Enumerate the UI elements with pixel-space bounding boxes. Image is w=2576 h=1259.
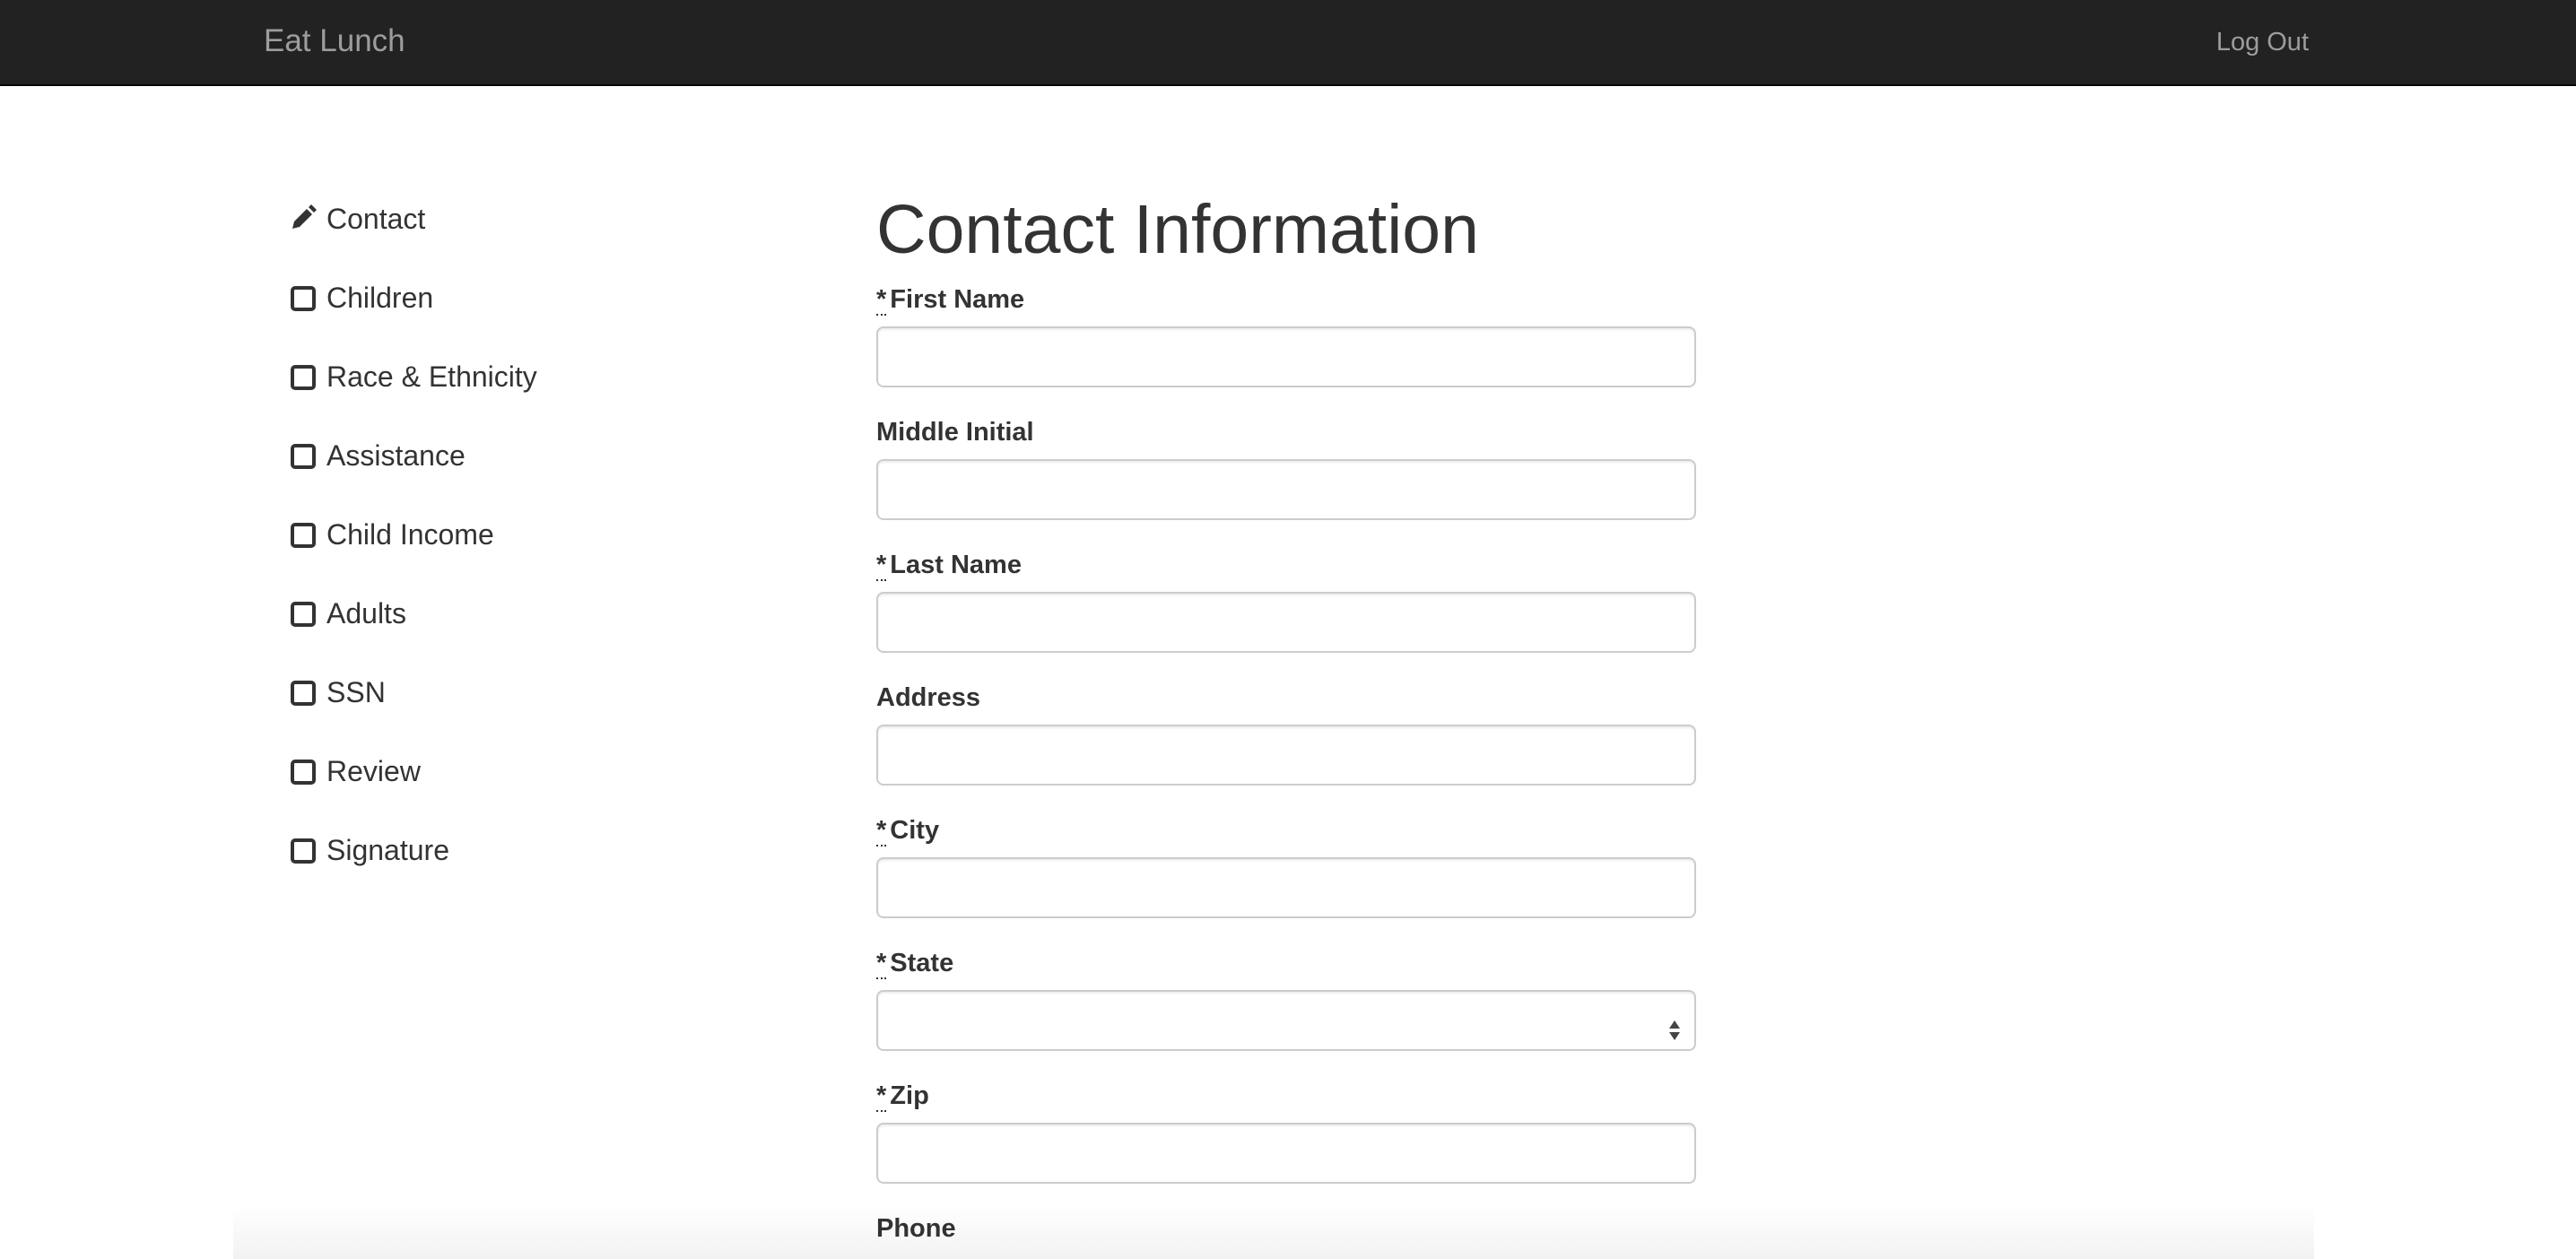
select-arrows-icon [1669,1020,1682,1042]
sidebar-item-signature[interactable]: Signature [289,823,449,877]
sidebar-item-label: Signature [326,833,449,866]
zip-label: * Zip [876,1081,929,1112]
city-group: * City [876,814,1696,918]
sidebar-item-label: Children [326,281,434,314]
sidebar-item-assistance[interactable]: Assistance [289,429,466,482]
empty-checkbox-icon [289,442,316,469]
sidebar-item-label: SSN [326,675,386,708]
first-name-label: * First Name [876,285,1025,316]
zip-input[interactable] [876,1123,1696,1184]
required-marker: * [876,285,887,316]
address-input[interactable] [876,725,1696,786]
empty-checkbox-icon [289,600,316,627]
brand-link[interactable]: Eat Lunch [264,22,405,61]
state-select[interactable] [876,990,1696,1051]
first-name-group: * First Name [876,283,1696,387]
pencil-icon [289,204,317,232]
city-label: * City [876,816,940,847]
city-input[interactable] [876,857,1696,918]
empty-checkbox-icon [289,284,316,311]
empty-checkbox-icon [289,679,316,706]
zip-group: * Zip [876,1080,1696,1184]
phone-group: Phone [876,1212,1696,1245]
sidebar-item-child-income[interactable]: Child Income [289,508,494,561]
empty-checkbox-icon [289,837,316,864]
middle-initial-group: Middle Initial [876,416,1696,520]
address-label: Address [876,683,981,712]
sidebar-item-contact[interactable]: Contact [289,192,425,246]
sidebar-item-review[interactable]: Review [289,744,421,798]
phone-label: Phone [876,1214,956,1243]
sidebar-item-race-ethnicity[interactable]: Race & Ethnicity [289,350,537,404]
sidebar-item-label: Race & Ethnicity [326,360,537,393]
state-group: * State [876,947,1696,1051]
required-marker: * [876,949,887,979]
empty-checkbox-icon [289,363,316,390]
last-name-label: * Last Name [876,551,1022,581]
sidebar-item-ssn[interactable]: SSN [289,665,386,719]
sidebar-item-adults[interactable]: Adults [289,586,406,640]
sidebar-item-label: Child Income [326,517,494,551]
empty-checkbox-icon [289,521,316,548]
middle-initial-label: Middle Initial [876,418,1034,447]
sidebar-item-label: Review [326,754,421,787]
sidebar-item-label: Contact [326,202,426,235]
page-title: Contact Information [876,191,1479,268]
sidebar-item-label: Assistance [326,438,466,472]
last-name-input[interactable] [876,592,1696,653]
top-navbar: Eat Lunch Log Out [0,0,2576,86]
empty-checkbox-icon [289,758,316,785]
last-name-group: * Last Name [876,549,1696,653]
required-marker: * [876,1081,887,1112]
sidebar-item-children[interactable]: Children [289,271,433,325]
first-name-input[interactable] [876,326,1696,387]
sidebar-item-label: Adults [326,596,406,630]
address-group: Address [876,682,1696,786]
required-marker: * [876,551,887,581]
state-select-box[interactable] [876,990,1696,1051]
middle-initial-input[interactable] [876,459,1696,520]
logout-link[interactable]: Log Out [2216,25,2309,59]
required-marker: * [876,816,887,847]
state-label: * State [876,949,954,979]
